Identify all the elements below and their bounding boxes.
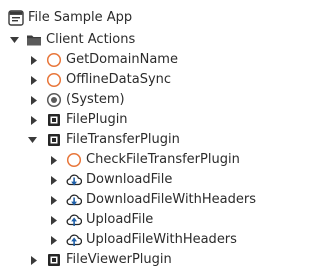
chevron-right-icon[interactable]: [27, 248, 41, 272]
plugin-module-icon: [46, 132, 62, 148]
plugin-module-icon: [46, 252, 62, 268]
tree-node-file-viewer-plugin[interactable]: FileViewerPlugin: [0, 248, 276, 272]
cloud-download-icon: [66, 172, 82, 188]
cloud-download-icon: [66, 192, 82, 208]
tree-node-label: File Sample App: [28, 10, 133, 25]
plugin-module-icon: [46, 112, 62, 128]
client-action-icon: [66, 152, 82, 168]
tree-node-label: FileViewerPlugin: [66, 252, 172, 267]
system-module-icon: [46, 92, 62, 108]
cloud-upload-icon: [66, 232, 82, 248]
client-action-icon: [46, 52, 62, 68]
tree-node-app[interactable]: File Sample App: [0, 6, 276, 30]
elements-tree: File Sample App Client Actions GetDomain…: [0, 0, 276, 271]
folder-icon: [26, 32, 42, 48]
cloud-upload-icon: [66, 212, 82, 228]
client-action-icon: [46, 72, 62, 88]
application-icon: [8, 10, 24, 26]
